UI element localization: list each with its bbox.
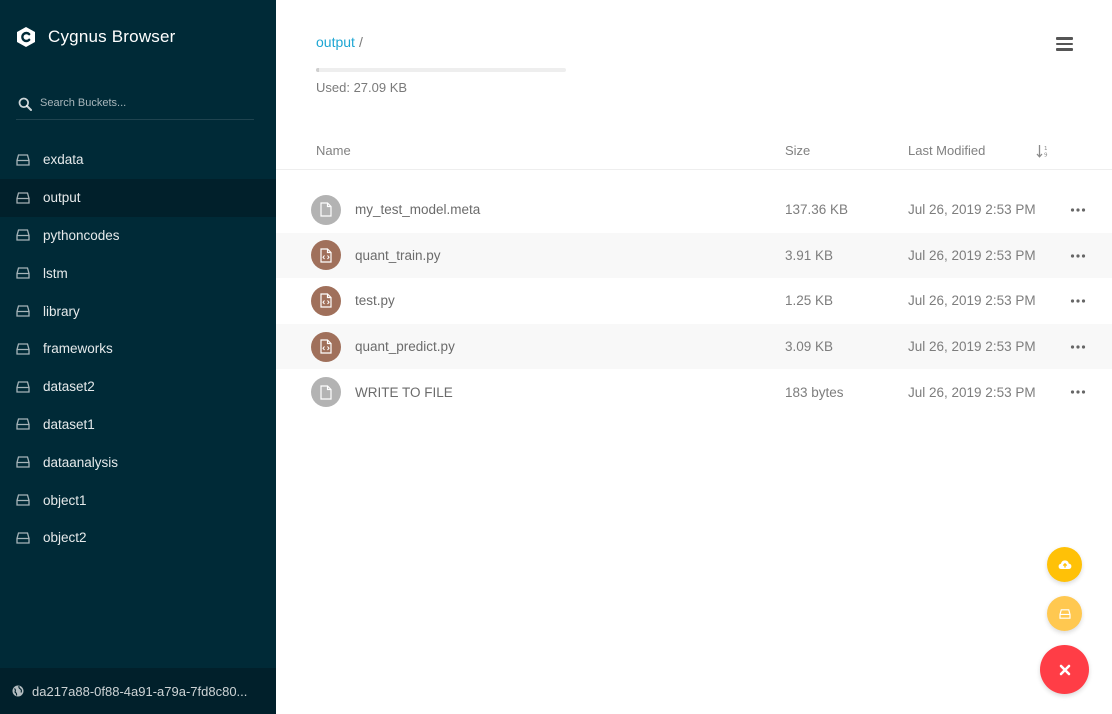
- search-buckets-input[interactable]: [40, 97, 240, 109]
- storage-used-label: Used: 27.09 KB: [316, 80, 408, 95]
- more-actions-icon[interactable]: [1070, 298, 1086, 304]
- bucket-item-dataset1[interactable]: dataset1: [0, 406, 276, 444]
- file-name[interactable]: quant_train.py: [355, 248, 441, 263]
- file-row[interactable]: my_test_model.meta 137.36 KB Jul 26, 201…: [276, 187, 1112, 233]
- bucket-item-pythoncodes[interactable]: pythoncodes: [0, 217, 276, 255]
- bucket-icon: [1058, 608, 1071, 619]
- bucket-label: object2: [43, 530, 87, 546]
- hamburger-menu-icon[interactable]: [1056, 37, 1073, 51]
- file-size: 183 bytes: [785, 384, 844, 400]
- file-last-modified: Jul 26, 2019 2:53 PM: [908, 202, 1036, 218]
- file-row[interactable]: quant_train.py 3.91 KB Jul 26, 2019 2:53…: [276, 232, 1112, 279]
- bucket-list: exdata output pythoncodes lstm library f…: [0, 141, 276, 557]
- file-icon: [311, 377, 341, 408]
- bucket-icon: [16, 192, 30, 204]
- bucket-item-object1[interactable]: object1: [0, 481, 276, 519]
- bucket-icon: [16, 418, 30, 431]
- bucket-label: lstm: [43, 265, 68, 281]
- close-icon: [1059, 664, 1070, 675]
- bucket-label: dataset1: [43, 416, 95, 432]
- bucket-item-output[interactable]: output: [0, 178, 276, 217]
- sidebar: Cygnus Browser exdata output pythoncodes…: [0, 0, 276, 714]
- host-info[interactable]: da217a88-0f88-4a91-a79a-7fd8c80...: [0, 668, 276, 714]
- bucket-item-object2[interactable]: object2: [0, 519, 276, 557]
- file-size: 137.36 KB: [785, 202, 849, 218]
- file-row[interactable]: test.py 1.25 KB Jul 26, 2019 2:53 PM: [276, 278, 1112, 324]
- bucket-label: library: [43, 303, 80, 319]
- bucket-item-exdata[interactable]: exdata: [0, 141, 276, 179]
- bucket-item-library[interactable]: library: [0, 292, 276, 330]
- file-name[interactable]: my_test_model.meta: [355, 202, 480, 217]
- breadcrumb-link-output[interactable]: output: [316, 34, 355, 50]
- more-actions-icon[interactable]: [1070, 207, 1086, 213]
- bucket-icon: [16, 229, 30, 242]
- create-bucket-button[interactable]: [1047, 596, 1082, 631]
- file-icon: [311, 194, 341, 225]
- bucket-label: object1: [43, 492, 87, 508]
- file-size: 3.09 KB: [785, 339, 834, 355]
- bucket-icon: [16, 267, 30, 279]
- file-name[interactable]: quant_predict.py: [355, 339, 455, 354]
- host-id: da217a88-0f88-4a91-a79a-7fd8c80...: [32, 683, 248, 699]
- cloud-upload-icon: [1058, 560, 1071, 569]
- brand: Cygnus Browser: [16, 26, 176, 48]
- bucket-icon: [16, 381, 30, 393]
- bucket-label: frameworks: [43, 341, 113, 357]
- breadcrumb-separator: /: [358, 34, 363, 50]
- bucket-icon: [16, 494, 30, 506]
- svg-text:9: 9: [1044, 153, 1048, 159]
- file-last-modified: Jul 26, 2019 2:53 PM: [908, 339, 1036, 355]
- bucket-item-lstm[interactable]: lstm: [0, 254, 276, 292]
- bucket-label: dataanalysis: [43, 454, 119, 470]
- app-title: Cygnus Browser: [48, 27, 176, 46]
- sort-icon[interactable]: 1 9: [1036, 144, 1050, 158]
- column-header-name[interactable]: Name: [316, 143, 351, 158]
- bucket-label: pythoncodes: [43, 227, 120, 243]
- file-row[interactable]: quant_predict.py 3.09 KB Jul 26, 2019 2:…: [276, 323, 1112, 370]
- bucket-item-dataset2[interactable]: dataset2: [0, 368, 276, 406]
- bucket-item-dataanalysis[interactable]: dataanalysis: [0, 443, 276, 481]
- search-bar: [16, 88, 254, 120]
- code-file-icon: [311, 331, 341, 362]
- bucket-icon: [16, 532, 30, 544]
- bucket-item-frameworks[interactable]: frameworks: [0, 330, 276, 368]
- globe-icon: [12, 685, 24, 697]
- more-actions-icon[interactable]: [1070, 389, 1086, 395]
- bucket-icon: [16, 343, 30, 355]
- cygnus-logo-icon: [16, 26, 36, 48]
- code-file-icon: [311, 285, 341, 316]
- file-size: 3.91 KB: [785, 247, 834, 263]
- bucket-label: dataset2: [43, 379, 95, 395]
- more-actions-icon[interactable]: [1070, 253, 1086, 259]
- breadcrumb: output /: [316, 34, 363, 50]
- more-actions-icon[interactable]: [1070, 344, 1086, 350]
- file-table-header: Name Size Last Modified 1 9: [276, 132, 1112, 170]
- bucket-label: exdata: [43, 152, 84, 168]
- file-row[interactable]: WRITE TO FILE 183 bytes Jul 26, 2019 2:5…: [276, 369, 1112, 415]
- main-content: output / Used: 27.09 KB Name Size Last Mo…: [276, 0, 1112, 714]
- file-name[interactable]: test.py: [355, 293, 395, 308]
- file-name[interactable]: WRITE TO FILE: [355, 385, 453, 400]
- bucket-icon: [16, 305, 30, 317]
- file-list: my_test_model.meta 137.36 KB Jul 26, 201…: [276, 187, 1112, 415]
- file-size: 1.25 KB: [785, 293, 834, 309]
- svg-text:1: 1: [1044, 146, 1048, 152]
- bucket-icon: [16, 456, 30, 468]
- storage-usage-bar: [316, 68, 566, 72]
- column-header-last-modified[interactable]: Last Modified: [908, 143, 985, 158]
- file-last-modified: Jul 26, 2019 2:53 PM: [908, 293, 1036, 309]
- storage-usage-fill: [316, 68, 319, 72]
- bucket-icon: [16, 154, 30, 166]
- close-fab-menu-button[interactable]: [1040, 645, 1089, 694]
- code-file-icon: [311, 240, 341, 271]
- file-last-modified: Jul 26, 2019 2:53 PM: [908, 247, 1036, 263]
- file-last-modified: Jul 26, 2019 2:53 PM: [908, 384, 1036, 400]
- column-header-size[interactable]: Size: [785, 143, 810, 158]
- upload-file-button[interactable]: [1047, 547, 1082, 582]
- bucket-label: output: [43, 190, 81, 206]
- search-icon: [18, 97, 32, 111]
